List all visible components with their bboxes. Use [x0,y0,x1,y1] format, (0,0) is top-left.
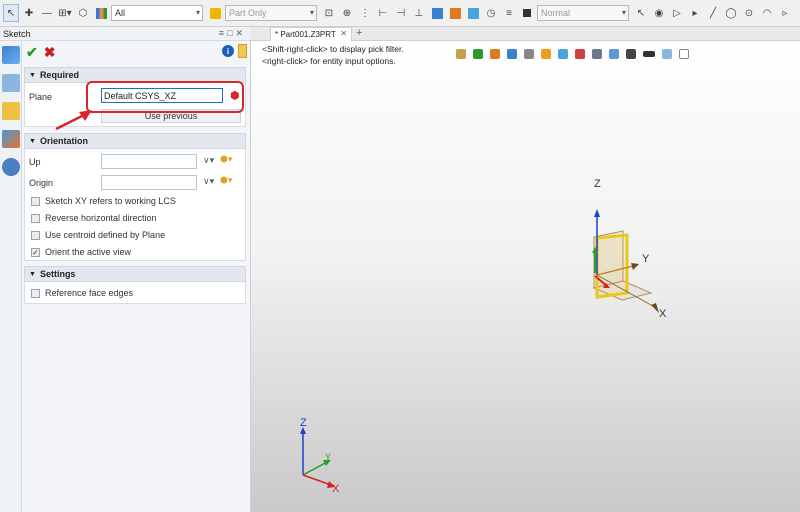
settings-section-header[interactable]: ▼ Settings [24,266,246,282]
option-label: Reverse horizontal direction [45,213,157,223]
history-tree-icon[interactable] [2,74,20,92]
main-toolbar: ↖ ✚ — ⊞▾ ⬡ All ▾ Part Only ▾ ⊡ ⊕ ⋮ ⊢ ⊣ ⊥… [0,0,800,27]
shade-icon[interactable] [447,4,463,22]
scope-combo[interactable]: Part Only ▾ [225,5,317,21]
sketch-form: ✔ ✖ i ▼ Required Plane Default CSYS_XZ ⬢… [22,41,250,512]
style-combo[interactable]: Normal ▾ [537,5,629,21]
clock-icon[interactable]: ◷ [483,4,499,22]
option-reverse-horizontal[interactable]: Reverse horizontal direction [31,211,157,225]
corner-z-label: Z [300,417,307,429]
option-label: Reference face edges [45,288,134,298]
minus-icon[interactable]: — [39,4,55,22]
checkbox[interactable] [31,196,40,206]
document-tabbar: * Part001.Z3PRT ✕ + [250,27,800,41]
x-arrow [651,303,659,313]
graphics-canvas[interactable]: <Shift-right-click> to display pick filt… [250,41,800,512]
midpoint-icon[interactable]: ⊣ [393,4,409,22]
cursor-icon[interactable]: ↖ [633,4,649,22]
checkbox[interactable] [31,230,40,240]
image-icon[interactable] [429,4,445,22]
pointer-arrow-icon [55,110,92,131]
option-sketch-xy-lcs[interactable]: Sketch XY refers to working LCS [31,194,176,208]
hexagon-icon[interactable]: ⬡ [75,4,91,22]
chart-filter-icon[interactable] [93,4,109,22]
arc-tool-icon[interactable]: ◠ [759,4,775,22]
checkbox[interactable] [31,288,40,298]
layer-icon[interactable] [465,4,481,22]
checkbox-checked[interactable]: ✓ [31,247,40,257]
snap-icon[interactable]: ⊡ [321,4,337,22]
intersection-icon[interactable]: ⊥ [411,4,427,22]
chevron-down-icon: ▾ [195,8,200,17]
y-arrow [631,263,639,270]
filter-value: All [115,8,126,18]
document-tab[interactable]: * Part001.Z3PRT ✕ [270,27,352,41]
panel-title-bar: Sketch ≡□✕ [0,27,250,41]
feature-icon[interactable] [2,102,20,120]
grid-snap-icon[interactable]: ⋮ [357,4,373,22]
more-icon[interactable]: ▹ [777,4,793,22]
corner-x-axis [302,474,332,486]
snap-point-icon[interactable]: ⊕ [339,4,355,22]
checkbox[interactable] [31,213,40,223]
style-value: Normal [541,8,571,18]
view-manager-icon[interactable] [2,130,20,148]
pick-arrow-icon[interactable]: ↖ [3,4,19,22]
play-icon[interactable]: ▷ [669,4,685,22]
corner-y-label: Y [325,452,331,462]
ruler-icon[interactable]: ≡ [501,4,517,22]
collapse-triangle-icon: ▼ [29,270,36,278]
line-tool-icon[interactable]: ╱ [705,4,721,22]
corner-y-axis [302,461,328,476]
panel-controls[interactable]: ≡□✕ [219,28,246,39]
z-arrow [594,209,600,217]
point-tool-icon[interactable]: ⊙ [741,4,757,22]
part-icon[interactable] [207,4,223,22]
step-icon[interactable]: ▸ [687,4,703,22]
settings-section: Reference face edges [24,282,246,304]
color-swatch-icon[interactable] [519,4,535,22]
settings-header: Settings [39,269,76,279]
record-icon[interactable]: ◉ [651,4,667,22]
close-tab-icon[interactable]: ✕ [340,29,347,38]
scope-value: Part Only [229,8,267,18]
option-label: Orient the active view [45,247,132,257]
selected-plane-frame [595,233,629,299]
add-icon[interactable]: ✚ [21,4,37,22]
chevron-down-icon: ▾ [621,8,626,17]
option-label: Sketch XY refers to working LCS [45,196,176,206]
option-use-centroid[interactable]: Use centroid defined by Plane [31,228,165,242]
option-label: Use centroid defined by Plane [45,230,166,240]
sketch-tool-icon[interactable] [2,46,20,64]
filter-combo[interactable]: All ▾ [111,5,203,21]
new-tab-icon[interactable]: + [356,27,362,39]
circle-tool-icon[interactable]: ◯ [723,4,739,22]
corner-x-label: X [332,483,340,495]
user-icon[interactable] [2,158,20,176]
chevron-down-icon: ▾ [309,8,314,17]
option-orient-view[interactable]: ✓ Orient the active view [31,245,131,259]
csys-triad: Z Y X Z Y X [300,178,667,495]
y-axis-label: Y [642,253,650,265]
option-reference-face-edges[interactable]: Reference face edges [31,286,133,300]
x-axis-label: X [659,308,667,320]
z-axis-label: Z [594,178,601,190]
document-tab-label: * Part001.Z3PRT [275,30,336,39]
endpoint-icon[interactable]: ⊢ [375,4,391,22]
side-rail [0,41,22,512]
panel-title: Sketch [3,28,31,39]
filter-options-icon[interactable]: ⊞▾ [57,4,73,22]
